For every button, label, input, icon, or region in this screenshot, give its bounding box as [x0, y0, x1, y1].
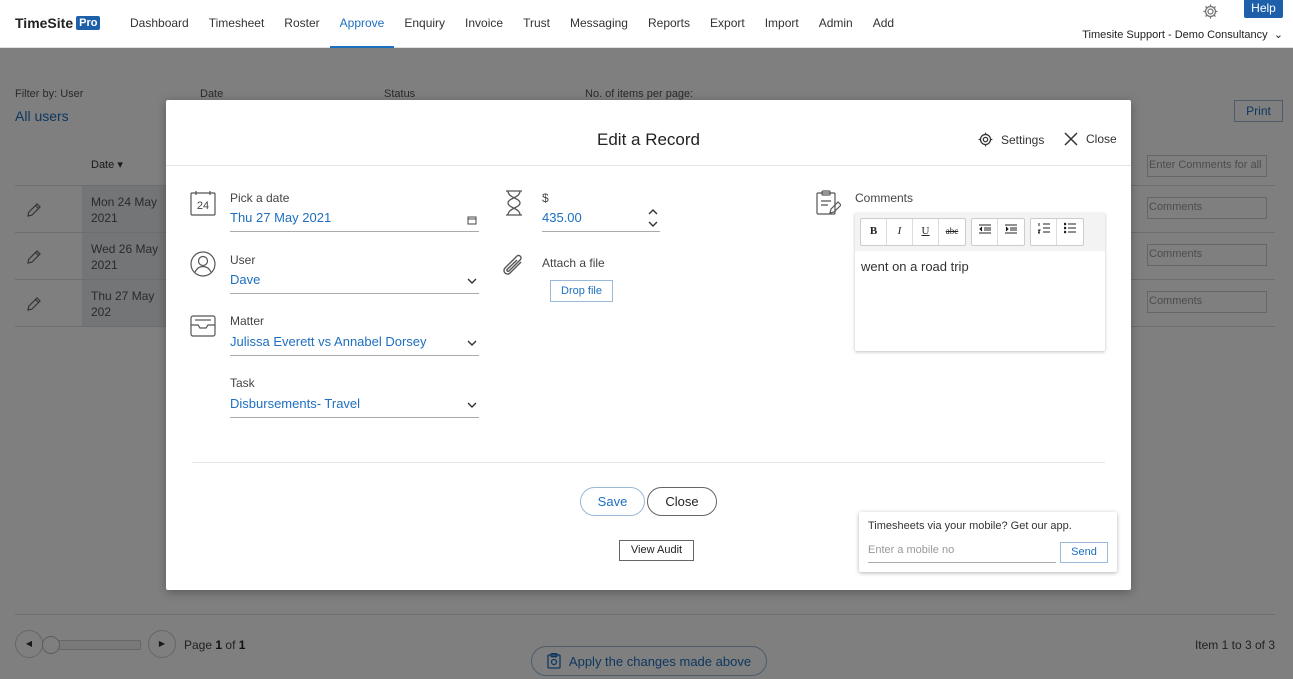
settings-button[interactable]: Settings [978, 132, 1044, 147]
chevron-down-icon [467, 278, 477, 284]
nav-menu: Dashboard Timesheet Roster Approve Enqui… [120, 0, 904, 48]
nav-item-trust[interactable]: Trust [513, 0, 560, 48]
italic-button[interactable]: I [887, 219, 913, 245]
close-icon [1064, 132, 1078, 146]
modal-close-button[interactable]: Close [1064, 132, 1117, 146]
nav-item-roster[interactable]: Roster [274, 0, 329, 48]
nav-item-messaging[interactable]: Messaging [560, 0, 638, 48]
editor-toolbar: B I U abc [855, 213, 1105, 251]
logo[interactable]: TimeSite Pro [15, 15, 101, 31]
chevron-down-icon [467, 402, 477, 408]
nav-item-invoice[interactable]: Invoice [455, 0, 513, 48]
task-select-value: Disbursements- Travel [230, 396, 361, 411]
nav-item-reports[interactable]: Reports [638, 0, 700, 48]
nav-item-export[interactable]: Export [700, 0, 755, 48]
indent-icon [1005, 224, 1017, 234]
attach-file-label: Attach a file [542, 256, 605, 270]
clipboard-edit-icon [816, 190, 841, 215]
calendar-small-icon[interactable] [467, 215, 477, 225]
hourglass-icon [506, 190, 522, 216]
list-group [1030, 218, 1084, 246]
nav-item-timesheet[interactable]: Timesheet [199, 0, 275, 48]
view-audit-button[interactable]: View Audit [619, 540, 694, 561]
help-button[interactable]: Help [1244, 0, 1283, 18]
comments-text-area[interactable]: went on a road trip [855, 251, 1105, 282]
send-button[interactable]: Send [1060, 542, 1108, 563]
gear-icon[interactable] [1202, 3, 1219, 20]
account-name: Timesite Support - Demo Consultancy [1082, 29, 1268, 41]
nav-item-admin[interactable]: Admin [809, 0, 863, 48]
numbered-list-button[interactable] [1031, 219, 1057, 245]
save-button[interactable]: Save [580, 487, 645, 516]
matter-select-value: Julissa Everett vs Annabel Dorsey [230, 334, 427, 349]
nav-item-import[interactable]: Import [755, 0, 809, 48]
chevron-down-icon: ⌄ [1270, 29, 1283, 41]
app-promo-text: Timesheets via your mobile? Get our app. [868, 520, 1072, 532]
amount-input[interactable]: 435.00 [542, 207, 660, 232]
chevron-down-icon [467, 340, 477, 346]
underline-button[interactable]: U [913, 219, 939, 245]
numbered-list-icon [1036, 223, 1050, 234]
nav-item-dashboard[interactable]: Dashboard [120, 0, 199, 48]
nav-item-add[interactable]: Add [863, 0, 904, 48]
gear-icon [978, 132, 993, 147]
close-button[interactable]: Close [647, 487, 717, 516]
date-field-value: Thu 27 May 2021 [230, 210, 332, 225]
user-select-value: Dave [230, 272, 261, 287]
matter-field-label: Matter [230, 314, 265, 328]
user-icon [190, 251, 216, 277]
top-navigation: TimeSite Pro Dashboard Timesheet Roster … [0, 0, 1293, 48]
strikethrough-button[interactable]: abc [939, 219, 965, 245]
comments-label: Comments [855, 191, 914, 205]
drop-file-button[interactable]: Drop file [550, 280, 613, 302]
nav-item-enquiry[interactable]: Enquiry [394, 0, 455, 48]
paperclip-icon [503, 254, 522, 275]
stepper-arrows-icon[interactable] [648, 207, 658, 229]
nav-item-approve[interactable]: Approve [329, 0, 395, 48]
logo-text: TimeSite [15, 15, 74, 31]
mobile-number-input[interactable]: Enter a mobile no [868, 544, 1056, 563]
mobile-app-widget: Timesheets via your mobile? Get our app.… [859, 512, 1117, 572]
outdent-button[interactable] [972, 219, 998, 245]
settings-label: Settings [1001, 132, 1045, 147]
calendar-icon: 24 [190, 191, 216, 216]
modal-header: Edit a Record Settings Close [166, 114, 1131, 166]
calendar-day: 24 [197, 200, 209, 212]
close-label: Close [1086, 132, 1117, 146]
amount-input-value: 435.00 [542, 210, 582, 225]
date-field[interactable]: Thu 27 May 2021 [230, 210, 479, 232]
outdent-icon [978, 224, 991, 234]
task-field-label: Task [230, 376, 255, 390]
format-group: B I U abc [860, 218, 966, 246]
task-select[interactable]: Disbursements- Travel [230, 396, 479, 418]
modal-divider [192, 462, 1105, 463]
user-field-label: User [230, 253, 256, 267]
indent-button[interactable] [998, 219, 1024, 245]
comments-editor: B I U abc went on a road trip [855, 213, 1105, 351]
inbox-icon [190, 315, 216, 337]
user-select[interactable]: Dave [230, 272, 479, 294]
amount-field-label: $ [542, 191, 549, 205]
matter-select[interactable]: Julissa Everett vs Annabel Dorsey [230, 334, 479, 356]
date-field-label: Pick a date [230, 191, 290, 205]
account-menu[interactable]: Timesite Support - Demo Consultancy ⌄ [1082, 28, 1283, 41]
bullet-list-button[interactable] [1057, 219, 1083, 245]
bold-button[interactable]: B [861, 219, 887, 245]
indent-group [971, 218, 1025, 246]
bullet-list-icon [1063, 222, 1076, 234]
logo-badge: Pro [76, 16, 101, 30]
